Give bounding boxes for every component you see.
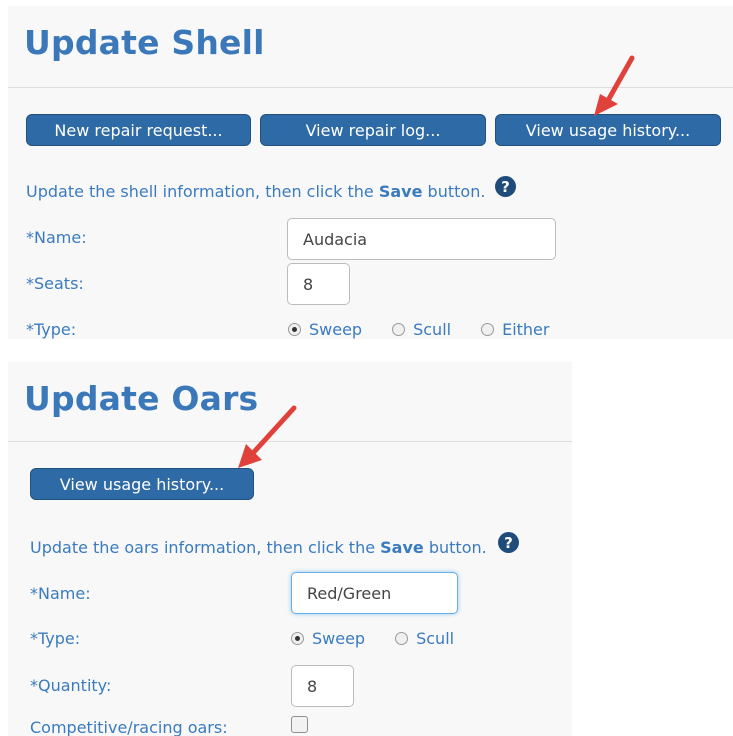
shell-type-sweep-option[interactable]: Sweep — [288, 320, 362, 339]
radio-selected-dot — [292, 327, 297, 332]
oars-competitive-checkbox[interactable] — [291, 716, 308, 733]
page-title-oars: Update Oars — [24, 379, 259, 418]
oars-type-sweep-radio[interactable] — [291, 632, 304, 645]
shell-seats-label: *Seats: — [26, 274, 84, 293]
oars-quantity-input[interactable] — [291, 665, 354, 707]
red-arrow-icon — [238, 405, 297, 468]
view-repair-log-button[interactable]: View repair log... — [260, 114, 486, 146]
oars-type-scull-radio[interactable] — [395, 632, 409, 645]
shell-type-label: *Type: — [26, 320, 77, 339]
shell-type-either-radio[interactable] — [481, 323, 495, 336]
oars-name-label: *Name: — [30, 584, 91, 603]
red-arrow-icon — [594, 55, 635, 116]
shell-name-label: *Name: — [26, 228, 87, 247]
shell-type-either-option[interactable]: Either — [481, 320, 549, 339]
help-icon[interactable]: ? — [495, 176, 516, 197]
radio-selected-dot — [295, 636, 300, 641]
oars-type-radio-group: Sweep Scull — [291, 629, 484, 648]
shell-instructions: Update the shell information, then click… — [26, 182, 486, 201]
new-repair-request-button[interactable]: New repair request... — [26, 114, 251, 146]
shell-type-scull-radio[interactable] — [392, 323, 406, 336]
shell-name-input[interactable] — [287, 218, 556, 260]
oars-competitive-label: Competitive/racing oars: — [30, 718, 228, 736]
oars-type-label: *Type: — [30, 629, 81, 648]
oars-type-scull-option[interactable]: Scull — [395, 629, 454, 648]
oars-type-sweep-option[interactable]: Sweep — [291, 629, 365, 648]
oars-name-input[interactable] — [291, 572, 458, 614]
shell-type-sweep-radio[interactable] — [288, 323, 301, 336]
view-usage-history-oars-button[interactable]: View usage history... — [30, 468, 254, 500]
shell-seats-input[interactable] — [287, 263, 350, 305]
shell-type-scull-option[interactable]: Scull — [392, 320, 451, 339]
oars-quantity-label: *Quantity: — [30, 676, 112, 695]
page-title-shell: Update Shell — [24, 23, 265, 62]
oars-instructions: Update the oars information, then click … — [30, 538, 487, 557]
help-icon[interactable]: ? — [498, 532, 519, 553]
shell-type-radio-group: Sweep Scull Either — [288, 320, 579, 339]
